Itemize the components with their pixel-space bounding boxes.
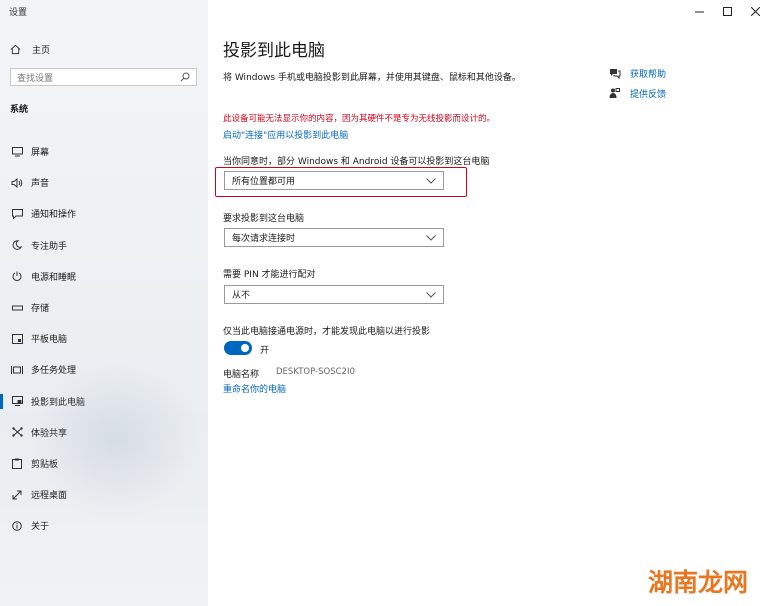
get-help-link[interactable]: 获取帮助 [609, 67, 666, 80]
ask-value: 每次请求连接时 [232, 234, 296, 244]
search-placeholder: 查找设置 [17, 73, 54, 84]
window-controls [685, 4, 769, 18]
app-title: 设置 [9, 8, 28, 18]
sidebar-item-shared-experiences[interactable]: 体验共享 [0, 417, 208, 448]
pin-value: 从不 [232, 291, 251, 301]
sidebar-item-label: 平板电脑 [31, 335, 68, 346]
sidebar-item-label: 专注助手 [31, 241, 68, 252]
storage-icon [10, 304, 24, 312]
search-input[interactable]: 查找设置 [10, 68, 197, 86]
chevron-down-icon [426, 234, 436, 241]
tablet-icon [10, 333, 24, 344]
ask-label: 要求投影到这台电脑 [223, 214, 305, 224]
sidebar: 设置 主页 查找设置 系统 屏幕 声音 通知和操作 专注助手 电源和睡眠 存储 … [0, 0, 208, 606]
notification-icon [10, 208, 24, 219]
hardware-warning: 此设备可能无法显示你的内容，因为其硬件不是专为无线投影而设计的。 [223, 114, 496, 124]
sidebar-item-label: 电源和睡眠 [31, 272, 77, 283]
sidebar-item-label: 关于 [31, 522, 50, 533]
monitor-icon [10, 146, 24, 157]
info-icon [10, 521, 24, 531]
sidebar-item-power[interactable]: 电源和睡眠 [0, 261, 208, 292]
feedback-icon [609, 88, 623, 99]
pc-name-label: 电脑名称 [223, 370, 260, 380]
search-icon[interactable] [180, 72, 190, 82]
sidebar-item-about[interactable]: 关于 [0, 510, 208, 541]
sidebar-item-project[interactable]: 投影到此电脑 [0, 386, 208, 417]
home-icon [10, 44, 24, 55]
pin-dropdown[interactable]: 从不 [224, 285, 444, 304]
availability-label: 当你同意时，部分 Windows 和 Android 设备可以投影到这台电脑 [223, 157, 490, 167]
close-button[interactable] [741, 4, 769, 18]
clipboard-icon [10, 458, 24, 469]
sidebar-item-tablet[interactable]: 平板电脑 [0, 323, 208, 354]
sidebar-item-label: 远程桌面 [31, 491, 68, 502]
chevron-down-icon [426, 177, 436, 184]
sidebar-item-remote-desktop[interactable]: 远程桌面 [0, 479, 208, 510]
sidebar-item-label: 声音 [31, 179, 50, 190]
rename-pc-link[interactable]: 重命名你的电脑 [223, 382, 286, 395]
minimize-button[interactable] [685, 4, 713, 18]
power-label: 仅当此电脑接通电源时，才能发现此电脑以进行投影 [223, 327, 431, 337]
power-icon [10, 271, 24, 282]
section-title: 系统 [10, 105, 29, 115]
share-icon [10, 427, 24, 437]
sidebar-item-display[interactable]: 屏幕 [0, 136, 208, 167]
sidebar-item-label: 通知和操作 [31, 210, 77, 221]
sidebar-item-label: 屏幕 [31, 148, 50, 159]
remote-desktop-icon [10, 490, 24, 500]
power-toggle[interactable] [224, 341, 252, 355]
sidebar-item-label: 投影到此电脑 [31, 397, 86, 408]
nav-list: 屏幕 声音 通知和操作 专注助手 电源和睡眠 存储 平板电脑 多任务处理 投影到… [0, 136, 208, 541]
sidebar-item-label: 多任务处理 [31, 366, 77, 377]
toggle-state-label: 开 [260, 346, 270, 356]
sidebar-item-storage[interactable]: 存储 [0, 292, 208, 323]
sidebar-item-sound[interactable]: 声音 [0, 167, 208, 198]
sidebar-item-label: 体验共享 [31, 428, 68, 439]
project-icon [10, 396, 24, 407]
get-help-label: 获取帮助 [630, 70, 667, 80]
chevron-down-icon [426, 291, 436, 298]
sidebar-item-label: 存储 [31, 304, 50, 315]
sidebar-item-focus-assist[interactable]: 专注助手 [0, 230, 208, 261]
toggle-knob [241, 344, 249, 352]
nav-home[interactable]: 主页 [10, 40, 50, 58]
feedback-label: 提供反馈 [630, 90, 667, 100]
availability-dropdown[interactable]: 所有位置都可用 [224, 171, 444, 190]
chat-help-icon [609, 68, 623, 79]
speaker-icon [10, 177, 24, 188]
page-description: 将 Windows 手机或电脑投影到此屏幕，并使用其键盘、鼠标和其他设备。 [223, 73, 521, 83]
pin-label: 需要 PIN 才能进行配对 [223, 270, 316, 280]
feedback-link[interactable]: 提供反馈 [609, 87, 666, 100]
page-title: 投影到此电脑 [223, 41, 325, 61]
sidebar-item-clipboard[interactable]: 剪贴板 [0, 448, 208, 479]
multitask-icon [10, 365, 24, 375]
pc-name-value: DESKTOP-SOSC2I0 [276, 367, 355, 377]
ask-dropdown[interactable]: 每次请求连接时 [224, 228, 444, 247]
watermark: 湖南龙网 [648, 568, 749, 597]
availability-value: 所有位置都可用 [232, 177, 296, 187]
maximize-button[interactable] [713, 4, 741, 18]
launch-connect-link[interactable]: 启动"连接"应用以投影到此电脑 [223, 128, 348, 141]
sidebar-item-notifications[interactable]: 通知和操作 [0, 198, 208, 229]
nav-home-label: 主页 [32, 45, 51, 56]
moon-icon [10, 240, 24, 250]
sidebar-item-label: 剪贴板 [31, 459, 59, 470]
sidebar-item-multitasking[interactable]: 多任务处理 [0, 354, 208, 385]
